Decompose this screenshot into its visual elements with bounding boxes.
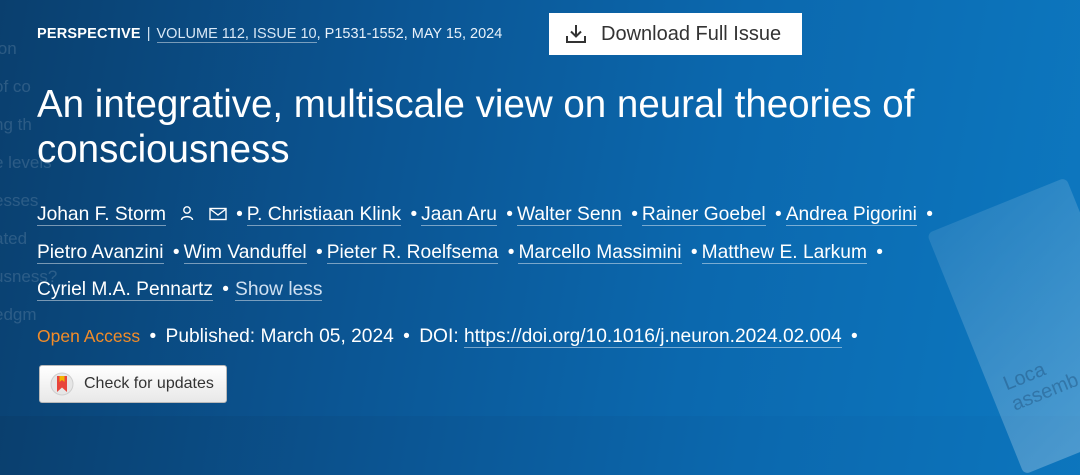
download-icon bbox=[566, 25, 586, 43]
meta-separator: | bbox=[146, 26, 151, 42]
author-link[interactable]: Pieter R. Roelfsema bbox=[326, 241, 499, 264]
open-access-label[interactable]: Open Access bbox=[37, 326, 140, 346]
bullet: • bbox=[851, 326, 858, 347]
author-link[interactable]: Cyriel M.A. Pennartz bbox=[37, 279, 213, 301]
bullet: • bbox=[149, 326, 157, 347]
bullet: • bbox=[774, 204, 782, 225]
bullet: • bbox=[410, 204, 418, 225]
author-link[interactable]: Andrea Pigorini bbox=[785, 204, 917, 226]
download-full-issue-button[interactable]: Download Full Issue bbox=[549, 13, 802, 55]
published-date: Published: March 05, 2024 bbox=[165, 326, 394, 347]
article-meta: PERSPECTIVE | VOLUME 112, ISSUE 10, P1531-… bbox=[37, 26, 503, 43]
doi-label: DOI: bbox=[419, 326, 459, 347]
bookmark-icon bbox=[50, 372, 74, 396]
author-link[interactable]: Wim Vanduffel bbox=[183, 241, 307, 264]
check-for-updates-button[interactable]: Check for updates bbox=[39, 365, 227, 403]
volume-issue-link[interactable]: VOLUME 112, ISSUE 10 bbox=[156, 26, 317, 43]
doi-link[interactable]: https://doi.org/10.1016/j.neuron.2024.02… bbox=[464, 326, 842, 348]
author-link[interactable]: Matthew E. Larkum bbox=[701, 241, 867, 264]
mail-icon[interactable] bbox=[209, 207, 227, 221]
bullet: • bbox=[876, 241, 883, 263]
bullet: • bbox=[926, 204, 933, 225]
author-link[interactable]: P. Christiaan Klink bbox=[246, 204, 402, 226]
bullet: • bbox=[172, 241, 180, 263]
author-list: Johan F. Storm • P. Christiaan Klink • Jaa… bbox=[37, 196, 1047, 309]
article-type: PERSPECTIVE bbox=[37, 26, 141, 42]
bullet: • bbox=[403, 326, 410, 347]
author-link[interactable]: Rainer Goebel bbox=[641, 204, 766, 226]
bullet: • bbox=[507, 241, 515, 263]
download-label: Download Full Issue bbox=[601, 22, 782, 45]
author-link[interactable]: Walter Senn bbox=[516, 204, 622, 226]
author-link[interactable]: Johan F. Storm bbox=[37, 204, 167, 226]
pages-date: , P1531-1552, MAY 15, 2024 bbox=[316, 26, 503, 42]
bullet: • bbox=[506, 204, 513, 225]
author-link[interactable]: Pietro Avanzini bbox=[37, 241, 164, 264]
bullet: • bbox=[631, 204, 638, 225]
article-title: An integrative, multiscale view on neura… bbox=[37, 83, 915, 171]
author-link[interactable]: Marcello Massimini bbox=[518, 241, 682, 264]
bullet: • bbox=[315, 241, 323, 263]
bullet: • bbox=[690, 241, 698, 263]
bullet: • bbox=[222, 279, 230, 300]
publication-info: Open Access • Published: March 05, 2024 … bbox=[37, 326, 862, 348]
bullet: • bbox=[236, 204, 243, 225]
author-link[interactable]: Jaan Aru bbox=[421, 204, 497, 226]
show-less-link[interactable]: Show less bbox=[235, 279, 323, 301]
check-for-updates-label: Check for updates bbox=[84, 375, 214, 392]
person-icon[interactable] bbox=[179, 205, 195, 221]
